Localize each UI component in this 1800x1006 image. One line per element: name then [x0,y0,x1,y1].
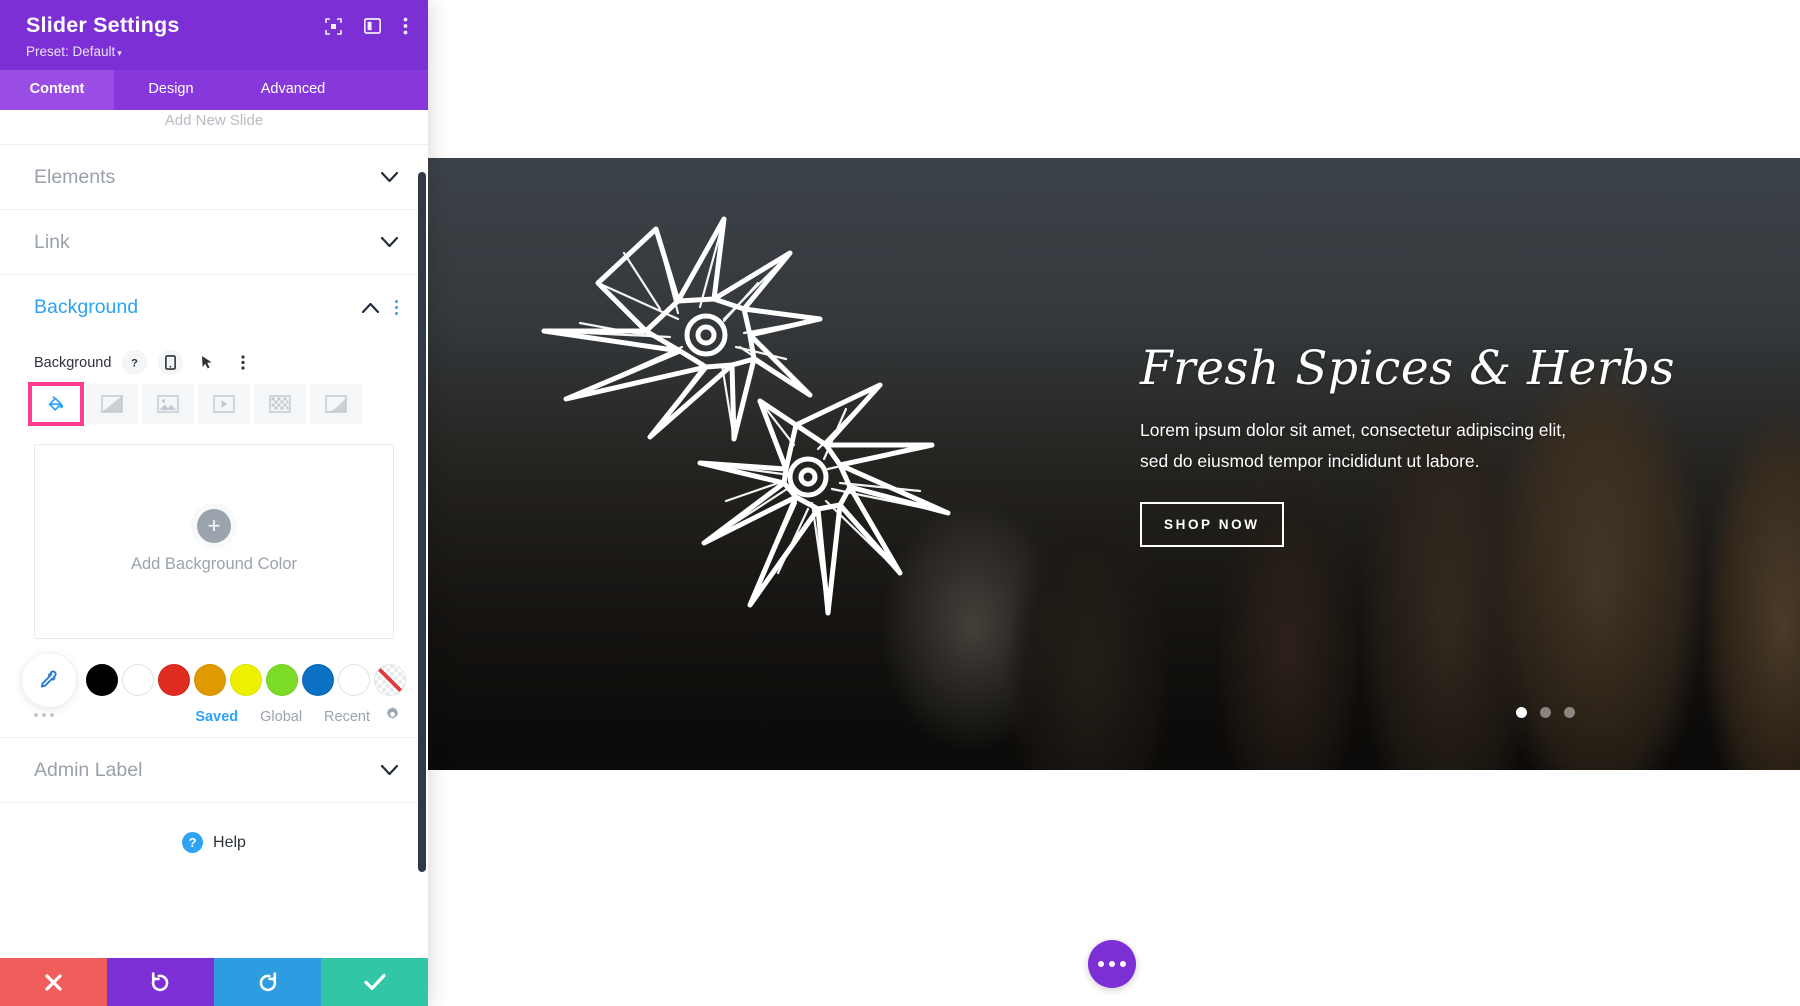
panel-title: Slider Settings [26,13,180,37]
chevron-up-icon [362,302,379,313]
accordion-elements[interactable]: Elements [0,144,428,209]
palette-tab-global[interactable]: Global [260,709,302,725]
eyedropper-icon[interactable] [22,653,76,707]
undo-arrow-icon [151,971,169,991]
preset-selector[interactable]: Preset: Default ▾ [26,44,408,59]
fab-dot-1 [1098,961,1104,967]
chevron-down-icon [381,764,398,775]
redo-arrow-icon [259,971,277,991]
slider-dot-2[interactable] [1540,707,1551,718]
fullscreen-icon[interactable] [325,17,342,35]
chevron-down-icon [381,171,398,182]
fab-dot-3 [1120,961,1126,967]
hover-cursor-icon[interactable] [194,350,219,375]
color-swatch-row[interactable] [22,653,428,707]
help-label[interactable]: Help [213,834,246,852]
background-type-gradient[interactable] [86,384,138,424]
panel-footer[interactable] [0,958,428,1006]
swatch-white[interactable] [122,664,154,696]
background-type-video[interactable] [198,384,250,424]
swatch-white-outline[interactable] [338,664,370,696]
slider-pagination-dots[interactable] [1516,707,1575,718]
panel-header-top-row: Slider Settings [26,13,408,38]
tab-design[interactable]: Design [114,70,228,110]
background-type-tab-group[interactable] [0,375,428,426]
slider-module[interactable]: Fresh Spices & Herbs Lorem ipsum dolor s… [428,158,1800,770]
background-field-label: Background [34,354,112,371]
background-type-pattern[interactable] [254,384,306,424]
accordion-background-label: Background [34,296,139,318]
swatch-green[interactable] [266,664,298,696]
checkmark-icon [363,974,386,990]
layout-toggle-icon[interactable] [364,18,381,34]
slide-text-block: Fresh Spices & Herbs Lorem ipsum dolor s… [1140,341,1675,547]
background-type-color[interactable] [28,382,84,426]
slider-dot-3[interactable] [1564,707,1575,718]
redo-button[interactable] [214,958,321,1006]
background-type-mask[interactable] [310,384,362,424]
cancel-button[interactable] [0,958,107,1006]
help-icon[interactable]: ? [122,350,148,375]
swatch-red[interactable] [158,664,190,696]
page-settings-fab-button[interactable] [1088,940,1136,988]
kebab-menu-icon[interactable] [230,350,255,375]
accordion-link[interactable]: Link [0,209,428,274]
panel-header-icon-group [325,13,408,35]
accordion-elements-label: Elements [34,165,116,188]
add-new-slide-button[interactable]: Add New Slide [0,110,428,144]
slider-dot-1[interactable] [1516,707,1527,718]
slider-settings-panel[interactable]: Slider Settings Preset: Default ▾ Conten… [0,0,428,1006]
add-background-color-dropzone[interactable]: + Add Background Color [34,444,394,639]
shop-now-button[interactable]: SHOP NOW [1140,501,1284,547]
swatch-transparent[interactable] [374,664,406,696]
close-x-icon [45,973,62,991]
palette-tab-group[interactable]: Saved Global Recent [195,709,370,725]
accordion-background[interactable]: Background [0,275,428,340]
palette-tab-saved[interactable]: Saved [195,709,238,725]
add-background-color-label: Add Background Color [130,555,297,573]
undo-button[interactable] [107,958,214,1006]
panel-body[interactable]: Add New Slide Elements Link Background B… [0,110,428,958]
accordion-admin-label[interactable]: Admin Label [0,737,428,802]
gear-icon[interactable] [385,707,400,727]
accordion-admin-label-text: Admin Label [34,758,143,781]
kebab-menu-icon[interactable] [403,17,408,35]
save-button[interactable] [321,958,428,1006]
slide-body-text: Lorem ipsum dolor sit amet, consectetur … [1140,419,1567,472]
preset-label: Preset: Default [26,44,116,59]
background-type-image[interactable] [142,384,194,424]
swatch-blue[interactable] [302,664,334,696]
slide-heading: Fresh Spices & Herbs [1140,341,1675,396]
help-icon[interactable]: ? [182,832,204,853]
more-colors-icon[interactable] [34,713,54,717]
background-section: Background Background ? + Add Background… [0,274,428,725]
add-icon[interactable]: + [197,509,231,543]
tab-content[interactable]: Content [0,70,114,110]
background-section-kebab-icon[interactable] [395,300,398,315]
tab-advanced[interactable]: Advanced [228,70,358,110]
swatch-orange[interactable] [194,664,226,696]
chevron-down-icon: ▾ [117,48,122,58]
svg-text:?: ? [132,358,139,370]
help-row[interactable]: ? Help [0,802,428,882]
palette-tab-recent[interactable]: Recent [324,709,370,725]
panel-scrollbar[interactable] [418,172,426,872]
panel-tab-bar[interactable]: Content Design Advanced [0,70,428,110]
fab-dot-2 [1109,961,1115,967]
panel-header: Slider Settings Preset: Default ▾ [0,0,428,70]
panel-scroll-area[interactable]: Add New Slide Elements Link Background B… [0,110,428,958]
chevron-down-icon [381,236,398,247]
color-swatch-area[interactable]: Saved Global Recent [0,639,428,725]
background-field-header: Background ? [0,340,428,375]
responsive-phone-icon[interactable] [158,350,184,375]
swatch-black[interactable] [86,664,118,696]
swatch-yellow[interactable] [230,664,262,696]
accordion-link-label: Link [34,230,70,253]
